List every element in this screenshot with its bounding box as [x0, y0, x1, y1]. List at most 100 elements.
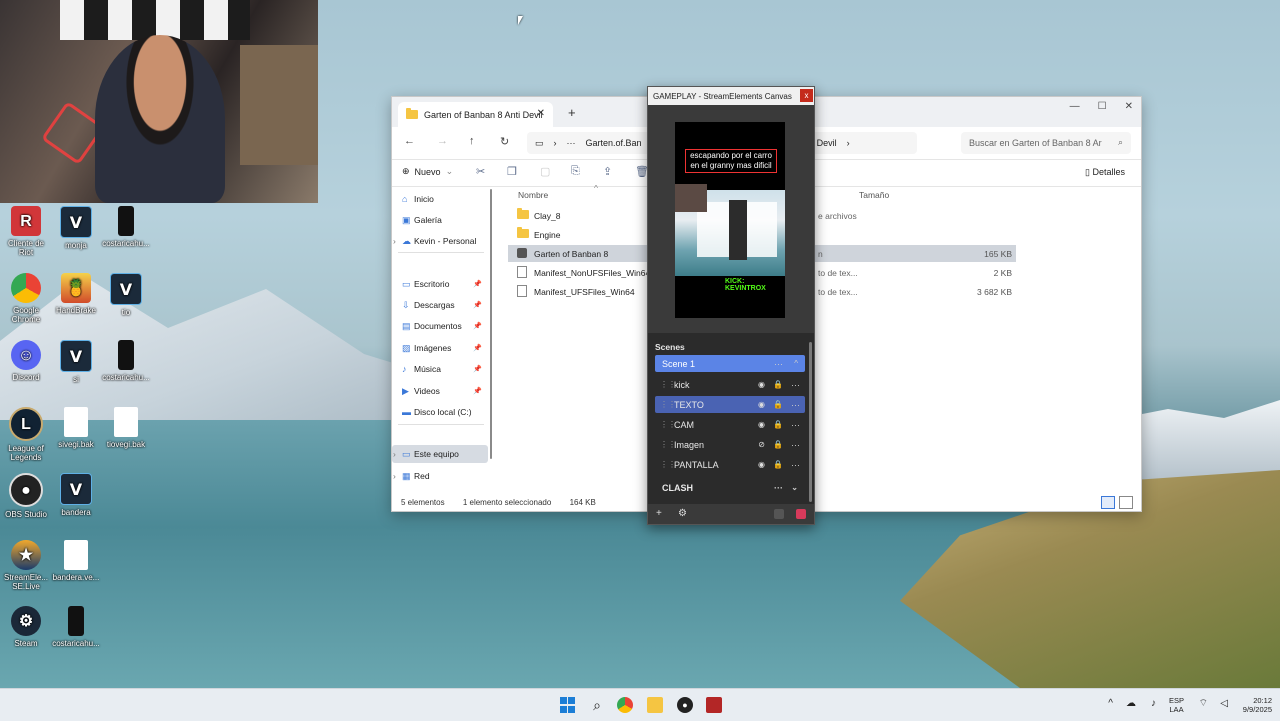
stop-icon[interactable] — [774, 509, 784, 519]
details-view-icon[interactable] — [1101, 496, 1115, 509]
more-icon[interactable]: ··· — [774, 359, 783, 369]
cut-icon[interactable]: ✂ — [476, 165, 485, 178]
more-icon[interactable]: ··· — [791, 460, 800, 470]
pin-icon[interactable]: 📌 — [473, 280, 482, 288]
up-arrow-icon[interactable]: ↑ — [469, 135, 475, 147]
maximize-icon[interactable]: ☐ — [1098, 101, 1107, 112]
volume-icon[interactable]: ◁ — [1220, 699, 1228, 709]
sidebar-item-inicio[interactable]: ⌂ Inicio — [392, 190, 488, 208]
address-ellipsis[interactable]: ··· — [567, 138, 576, 148]
desktop-icon-riot[interactable]: R Cliente de Riot — [0, 206, 52, 257]
source-item-cam[interactable]: ⋮⋮ CAM ◉ 🔒 ··· — [655, 416, 805, 433]
rename-icon[interactable]: ⎘ — [571, 165, 580, 178]
close-icon[interactable]: x — [800, 89, 813, 102]
desktop-icon-lol[interactable]: L League of Legends — [0, 407, 52, 462]
lock-icon[interactable]: 🔒 — [773, 460, 783, 469]
desktop-icon-discord[interactable]: ☺ Discord — [0, 340, 52, 382]
more-icon[interactable]: ··· — [791, 400, 800, 410]
column-header-name[interactable]: Nombre — [518, 190, 548, 200]
se-preview-canvas[interactable]: escapando por el carro en el granny mas … — [675, 122, 785, 318]
sidebar-item-galería[interactable]: ▣ Galería — [392, 211, 488, 229]
desktop-icon-monja[interactable]: Vmonja — [50, 206, 102, 250]
desktop-icon-tiovegi[interactable]: tiovegi.bak — [100, 407, 152, 449]
desktop-icon-chrome[interactable]: Google Chrome — [0, 273, 52, 324]
tiles-view-icon[interactable] — [1119, 496, 1133, 509]
desktop-icon-banderave[interactable]: bandera.ve... — [50, 540, 102, 582]
back-arrow-icon[interactable]: ← — [404, 135, 415, 147]
desktop-icon-streamelements[interactable]: ★ StreamEle... SE.Live — [0, 540, 52, 591]
new-button[interactable]: ⊕ Nuevo ⌄ — [402, 166, 453, 177]
unlock-icon[interactable]: 🔒 — [773, 380, 783, 389]
scene-item-clash[interactable]: CLASH ··· ⌄ — [655, 479, 805, 496]
clock[interactable]: 20:12 9/9/2025 — [1243, 696, 1272, 714]
pin-icon[interactable]: 📌 — [473, 387, 482, 395]
sidebar-item-videos[interactable]: ▶ Videos 📌 — [392, 382, 488, 400]
streamelements-icon[interactable] — [706, 697, 722, 713]
details-button[interactable]: ▯ Detalles — [1085, 167, 1125, 178]
chevron-right-icon[interactable]: › — [393, 236, 396, 246]
desktop-icon-steam[interactable]: ⚙ Steam — [0, 606, 52, 648]
language-indicator[interactable]: ESP LAA — [1169, 696, 1184, 714]
settings-icon[interactable]: ⚙ — [678, 508, 687, 519]
add-icon[interactable]: + — [656, 508, 662, 519]
desktop-icon-costarica1[interactable]: costaricahu... — [100, 206, 152, 248]
desktop-icon-sivegi[interactable]: sivegi.bak — [50, 407, 102, 449]
forward-arrow-icon[interactable]: → — [437, 135, 448, 147]
search-input[interactable]: Buscar en Garten of Banban 8 Ar ⌕ — [961, 132, 1131, 154]
sidebar-scrollbar[interactable] — [490, 189, 492, 459]
drag-handle-icon[interactable]: ⋮⋮ — [660, 460, 676, 469]
eye-icon[interactable]: ◉ — [758, 460, 765, 469]
eye-icon[interactable]: ◉ — [758, 380, 765, 389]
desktop-icon-costarica2[interactable]: costaricahu... — [100, 340, 152, 382]
unlock-icon[interactable]: 🔒 — [773, 400, 783, 409]
chevron-up-icon[interactable]: ^ — [794, 359, 798, 368]
search-icon[interactable]: ⌕ — [589, 697, 605, 713]
drag-handle-icon[interactable]: ⋮⋮ — [660, 380, 676, 389]
sidebar-item-imágenes[interactable]: ▨ Imágenes 📌 — [392, 339, 488, 357]
chrome-icon[interactable] — [617, 697, 633, 713]
desktop-icon-obs[interactable]: ● OBS Studio — [0, 473, 52, 519]
sidebar-item-documentos[interactable]: ▤ Documentos 📌 — [392, 317, 488, 335]
eye-icon[interactable]: ◉ — [758, 400, 765, 409]
paste-icon[interactable]: ▢ — [540, 165, 550, 178]
more-icon[interactable]: ··· — [791, 380, 800, 390]
file-explorer-icon[interactable] — [647, 697, 663, 713]
sidebar-item-este-equipo[interactable]: ▭ Este equipo › — [392, 445, 488, 463]
column-header-size[interactable]: Tamaño — [859, 190, 889, 200]
pin-icon[interactable]: 📌 — [473, 301, 482, 309]
source-item-kick[interactable]: ⋮⋮ kick ◉ 🔒 ··· — [655, 376, 805, 393]
chevron-up-icon[interactable]: ^ — [1108, 699, 1113, 709]
refresh-icon[interactable]: ↻ — [500, 135, 509, 148]
drag-handle-icon[interactable]: ⋮⋮ — [660, 420, 676, 429]
lock-icon[interactable]: 🔒 — [773, 440, 783, 449]
se-scrollbar[interactable] — [809, 342, 812, 502]
sidebar-item-música[interactable]: ♪ Música 📌 — [392, 360, 488, 378]
chevron-right-icon[interactable]: › — [393, 471, 396, 481]
sidebar-item-kevin-personal[interactable]: ☁ Kevin - Personal › — [392, 232, 488, 250]
start-windows-icon[interactable] — [559, 697, 575, 713]
desktop-icon-handbrake[interactable]: 🍍 HandBrake — [50, 273, 102, 315]
sidebar-item-escritorio[interactable]: ▭ Escritorio 📌 — [392, 275, 488, 293]
minimize-icon[interactable]: — — [1070, 101, 1080, 112]
drag-handle-icon[interactable]: ⋮⋮ — [660, 440, 676, 449]
address-path[interactable]: Garten.of.Ban — [586, 138, 642, 148]
unlock-icon[interactable]: 🔒 — [773, 420, 783, 429]
chevron-right-icon[interactable]: › — [393, 449, 396, 459]
pin-icon[interactable]: 📌 — [473, 344, 482, 352]
desktop-icon-si[interactable]: Vsi — [50, 340, 102, 384]
wifi-icon[interactable]: ⌔ — [1199, 699, 1208, 709]
record-icon[interactable] — [796, 509, 806, 519]
scene-item-scene-1[interactable]: Scene 1 ··· ^ — [655, 355, 805, 372]
source-item-imagen[interactable]: ⋮⋮ Imagen ⊘ 🔒 ··· — [655, 436, 805, 453]
desktop-icon-costarica3[interactable]: costaricahu... — [50, 606, 102, 648]
share-icon[interactable]: ⇪ — [603, 165, 612, 178]
desktop-icon-bandera[interactable]: Vbandera — [50, 473, 102, 517]
drag-handle-icon[interactable]: ⋮⋮ — [660, 400, 676, 409]
copy-icon[interactable]: ❐ — [507, 165, 517, 178]
microphone-icon[interactable]: ♪ — [1151, 699, 1156, 709]
pin-icon[interactable]: 📌 — [473, 322, 482, 330]
add-tab-icon[interactable]: + — [568, 105, 576, 120]
sidebar-item-descargas[interactable]: ⇩ Descargas 📌 — [392, 296, 488, 314]
close-icon[interactable]: ✕ — [1125, 101, 1133, 112]
cloud-icon[interactable]: ☁ — [1126, 699, 1136, 709]
